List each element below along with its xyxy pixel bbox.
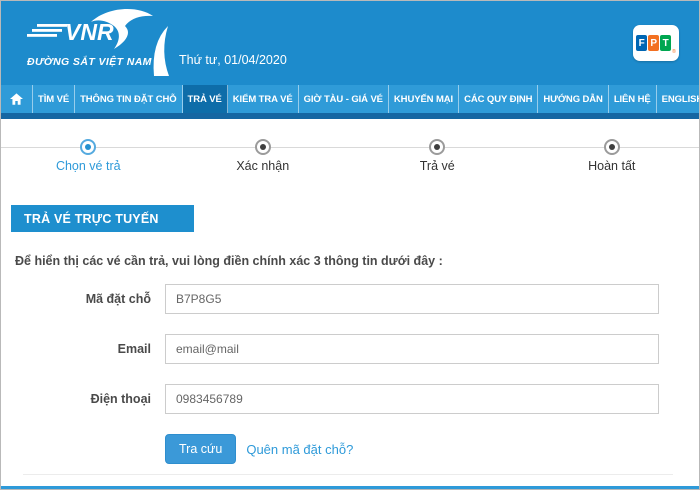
vnr-logo[interactable]: VNR ĐƯỜNG SẮT VIỆT NAM (27, 9, 167, 68)
field-label: Điện thoại (1, 392, 165, 406)
step-tra-ve[interactable]: Trả vé (350, 119, 525, 181)
nav-item-tim-ve[interactable]: TÌM VÉ (33, 85, 75, 113)
nav-item-english[interactable]: ENGLISH (657, 85, 700, 113)
fpt-letter-f: F (636, 35, 647, 51)
nav-item-thong-tin-dat-cho[interactable]: THÔNG TIN ĐẶT CHỖ (75, 85, 182, 113)
footer-divider (23, 474, 673, 475)
form-row: Email (1, 334, 699, 364)
field-label: Email (1, 342, 165, 356)
nav-item-cac-quy-dinh[interactable]: CÁC QUY ĐỊNH (459, 85, 538, 113)
step-label: Trả vé (420, 159, 455, 173)
form-actions: Tra cứu Quên mã đặt chỗ? (1, 434, 699, 464)
nav-item-label: KHUYẾN MẠI (394, 94, 453, 105)
step-marker-icon (80, 139, 96, 155)
sail-icon (151, 25, 171, 77)
nav-item-home[interactable] (1, 85, 33, 113)
step-label: Chọn vé trả (56, 159, 121, 173)
header: VNR ĐƯỜNG SẮT VIỆT NAM Thứ tư, 01/04/202… (1, 1, 699, 85)
step-marker-icon (429, 139, 445, 155)
nav-item-kiem-tra-ve[interactable]: KIỂM TRA VÉ (228, 85, 299, 113)
page-title: TRẢ VÉ TRỰC TUYẾN (24, 212, 159, 226)
phone-input[interactable] (165, 384, 659, 414)
form-row: Điện thoại (1, 384, 699, 414)
vnr-ticket-return-page: VNR ĐƯỜNG SẮT VIỆT NAM Thứ tư, 01/04/202… (0, 0, 700, 490)
nav-item-huong-dan[interactable]: HƯỚNG DẪN (538, 85, 608, 113)
step-hoan-tat[interactable]: Hoàn tất (525, 119, 700, 181)
fpt-letter-p: P (648, 35, 659, 51)
home-icon (10, 93, 23, 105)
nav-item-lien-he[interactable]: LIÊN HỆ (609, 85, 657, 113)
title-swoosh-icon (163, 205, 194, 232)
nav-item-label: TÌM VÉ (38, 94, 69, 105)
form-row: Mã đặt chỗ (1, 284, 699, 314)
main-content: TRẢ VÉ TRỰC TUYẾN Để hiển thị các vé cần… (1, 181, 699, 464)
nav-item-label: LIÊN HỆ (614, 94, 651, 105)
step-marker-icon (604, 139, 620, 155)
nav-item-label: THÔNG TIN ĐẶT CHỖ (80, 94, 176, 105)
search-button[interactable]: Tra cứu (165, 434, 236, 464)
step-label: Hoàn tất (588, 159, 635, 173)
instruction-text: Để hiển thị các vé cần trả, vui lòng điề… (15, 254, 699, 268)
brand-subtitle: ĐƯỜNG SẮT VIỆT NAM (27, 56, 167, 68)
footer-accent-strip (1, 486, 699, 489)
step-label: Xác nhận (236, 159, 289, 173)
booking-code-input[interactable] (165, 284, 659, 314)
fpt-logo: F P T ® (633, 25, 679, 61)
vnr-emblem-icon: VNR (27, 9, 159, 53)
field-label: Mã đặt chỗ (1, 292, 165, 306)
lookup-form: Mã đặt chỗ Email Điện thoại (1, 284, 699, 414)
step-marker-icon (255, 139, 271, 155)
vnr-logo-text: VNR (65, 19, 114, 45)
nav-item-label: ENGLISH (662, 94, 700, 105)
section-title-bar: TRẢ VÉ TRỰC TUYẾN (11, 205, 194, 232)
nav-item-gio-tau-gia-ve[interactable]: GIỜ TÀU - GIÁ VÉ (299, 85, 389, 113)
forgot-booking-code-link[interactable]: Quên mã đặt chỗ? (246, 442, 353, 457)
progress-steps: Chọn vé trả Xác nhận Trả vé Hoàn tất (1, 119, 699, 181)
nav-item-label: GIỜ TÀU - GIÁ VÉ (304, 94, 383, 105)
nav-item-label: KIỂM TRA VÉ (233, 94, 293, 105)
current-date: Thứ tư, 01/04/2020 (179, 53, 287, 67)
step-xac-nhan[interactable]: Xác nhận (176, 119, 351, 181)
nav-item-tra-ve[interactable]: TRẢ VÉ (183, 85, 228, 113)
nav-item-label: TRẢ VÉ (188, 94, 222, 105)
fpt-registered-mark: ® (672, 49, 676, 55)
nav-item-label: HƯỚNG DẪN (543, 94, 602, 105)
step-chon-ve-tra[interactable]: Chọn vé trả (1, 119, 176, 181)
fpt-letter-t: T (660, 35, 671, 51)
nav-item-label: CÁC QUY ĐỊNH (464, 94, 532, 105)
main-nav: TÌM VÉ THÔNG TIN ĐẶT CHỖ TRẢ VÉ KIỂM TRA… (1, 85, 699, 113)
nav-item-khuyen-mai[interactable]: KHUYẾN MẠI (389, 85, 459, 113)
email-input[interactable] (165, 334, 659, 364)
